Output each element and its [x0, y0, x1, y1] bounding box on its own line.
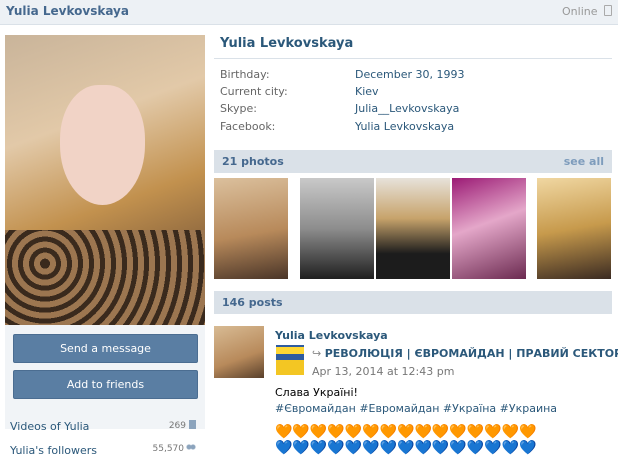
profile-name: Yulia Levkovskaya — [220, 36, 354, 51]
blue-hearts-row: 💙💙💙💙💙💙💙💙💙💙💙💙💙💙💙 — [275, 440, 537, 456]
ukraine-flag-tag — [276, 347, 304, 354]
people-icon — [186, 444, 196, 452]
photo-thumb[interactable] — [300, 178, 374, 279]
videos-link[interactable]: Videos of Yulia 269 — [5, 420, 200, 440]
header-name[interactable]: Yulia Levkovskaya — [6, 4, 129, 18]
info-row-skype: Skype: Julia__Levkovskaya — [220, 102, 610, 120]
video-icon — [189, 420, 196, 429]
info-row-facebook: Facebook: Yulia Levkovskaya — [220, 120, 610, 138]
info-key: Skype: — [220, 102, 257, 115]
post-author-name[interactable]: Yulia Levkovskaya — [275, 329, 388, 342]
repost-source-name[interactable]: РЕВОЛЮЦІЯ | ЄВРОМАЙДАН | ПРАВИЙ СЕКТОР — [325, 347, 618, 360]
info-value[interactable]: Julia__Levkovskaya — [355, 102, 459, 115]
see-all-link[interactable]: see all — [564, 155, 604, 168]
info-row-birthday: Birthday: December 30, 1993 — [220, 68, 610, 86]
info-value[interactable]: Yulia Levkovskaya — [355, 120, 454, 133]
send-message-button[interactable]: Send a message — [13, 334, 198, 363]
heart-emoji-grid: 🧡🧡🧡🧡🧡🧡🧡🧡🧡🧡🧡🧡🧡🧡🧡 💙💙💙💙💙💙💙💙💙💙💙💙💙💙💙 — [275, 424, 545, 456]
info-key: Facebook: — [220, 120, 276, 133]
info-key: Birthday: — [220, 68, 270, 81]
repost-source-avatar[interactable] — [276, 345, 304, 375]
post-date[interactable]: Apr 13, 2014 at 12:43 pm — [312, 365, 454, 378]
videos-label[interactable]: Videos of Yulia — [10, 420, 89, 433]
photos-title[interactable]: 21 photos — [222, 155, 284, 168]
videos-count-value: 269 — [168, 421, 186, 431]
mobile-icon — [604, 5, 612, 16]
followers-count: 55,570 — [152, 444, 196, 454]
repost-arrow-icon: ↪ — [312, 347, 325, 360]
post-author-avatar[interactable] — [214, 326, 264, 378]
photos-header[interactable]: 21 photos see all — [214, 150, 612, 173]
info-value[interactable]: December 30, 1993 — [355, 68, 465, 81]
post-text: Слава Україні! — [275, 386, 358, 399]
post-hashtags[interactable]: #Євромайдан #Евромайдан #Україна #Украин… — [275, 402, 557, 415]
photo-thumb[interactable] — [376, 178, 450, 279]
divider — [214, 58, 612, 59]
posts-title: 146 posts — [222, 296, 283, 309]
left-column: Send a message Add to friends Videos of … — [0, 25, 211, 461]
photo-thumb[interactable] — [452, 178, 526, 279]
videos-count: 269 — [169, 420, 196, 431]
info-value[interactable]: Kiev — [355, 85, 379, 98]
page-header: Yulia Levkovskaya Online — [0, 0, 618, 25]
photo-thumb[interactable] — [214, 178, 288, 279]
followers-label[interactable]: Yulia's followers — [10, 444, 97, 457]
action-box: Send a message Add to friends — [5, 325, 205, 429]
online-status: Online — [562, 5, 612, 18]
orange-hearts-row: 🧡🧡🧡🧡🧡🧡🧡🧡🧡🧡🧡🧡🧡🧡🧡 — [275, 424, 537, 440]
photo-thumb[interactable] — [537, 178, 611, 279]
info-row-city: Current city: Kiev — [220, 85, 610, 103]
profile-avatar[interactable] — [5, 35, 205, 342]
online-label: Online — [562, 5, 598, 18]
repost-source[interactable]: ↪ РЕВОЛЮЦІЯ | ЄВРОМАЙДАН | ПРАВИЙ СЕКТОР — [312, 347, 618, 360]
avatar-face — [60, 85, 145, 205]
posts-header: 146 posts — [214, 291, 612, 314]
info-key: Current city: — [220, 85, 288, 98]
add-to-friends-button[interactable]: Add to friends — [13, 370, 198, 399]
followers-link[interactable]: Yulia's followers 55,570 — [5, 444, 200, 464]
followers-count-value: 55,570 — [152, 444, 185, 454]
